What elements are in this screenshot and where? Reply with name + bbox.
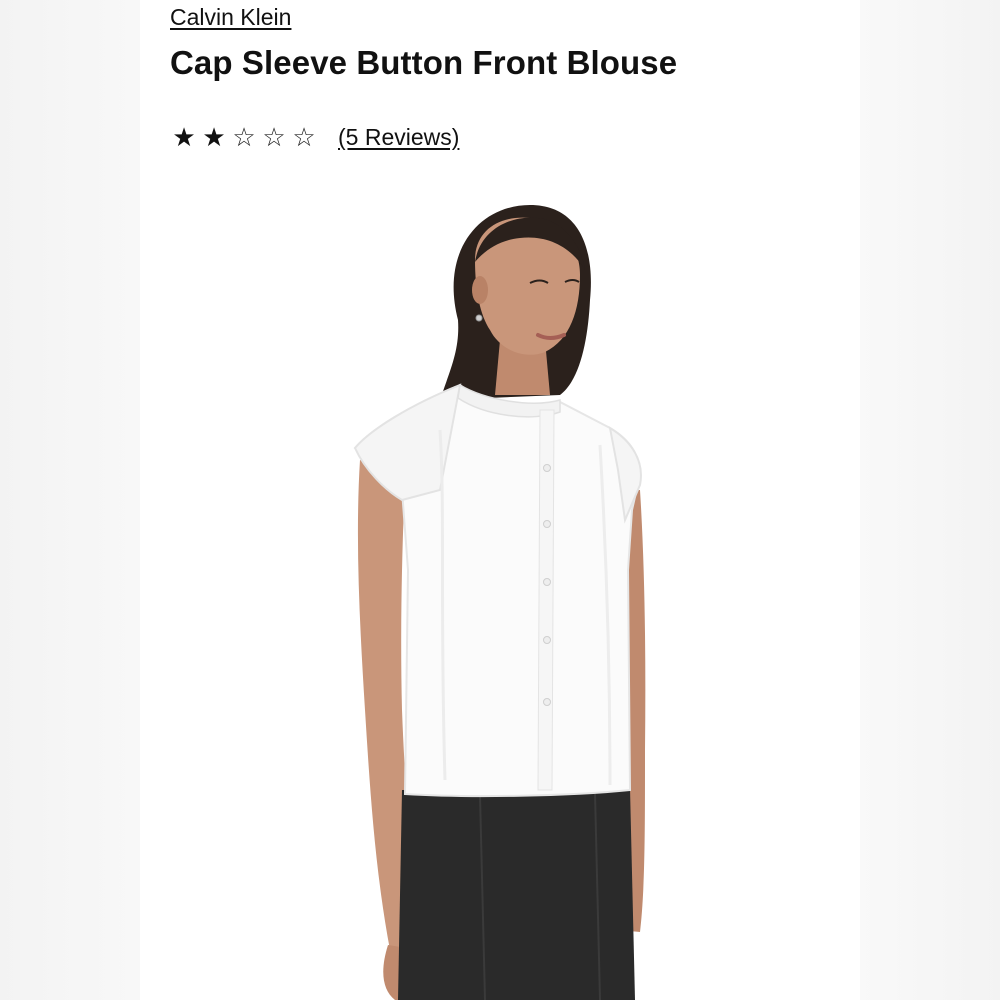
right-background: [860, 0, 1000, 1000]
button: [543, 578, 551, 586]
star-rating[interactable]: ★ ★ ☆ ☆ ☆: [170, 122, 318, 152]
star-empty-icon: ☆: [292, 122, 316, 152]
model-illustration: [353, 205, 646, 1000]
rating-row: ★ ★ ☆ ☆ ☆ (5 Reviews): [170, 122, 459, 152]
star-empty-icon: ☆: [232, 122, 256, 152]
star-empty-icon: ☆: [262, 122, 286, 152]
button: [543, 464, 551, 472]
star-filled-icon: ★: [202, 122, 226, 152]
button: [543, 520, 551, 528]
button: [543, 636, 551, 644]
button: [543, 698, 551, 706]
star-filled-icon: ★: [172, 122, 196, 152]
left-background: [0, 0, 140, 1000]
reviews-link[interactable]: (5 Reviews): [338, 124, 459, 151]
product-image[interactable]: [140, 190, 860, 1000]
product-title: Cap Sleeve Button Front Blouse: [170, 44, 678, 81]
brand-link[interactable]: Calvin Klein: [170, 4, 291, 31]
